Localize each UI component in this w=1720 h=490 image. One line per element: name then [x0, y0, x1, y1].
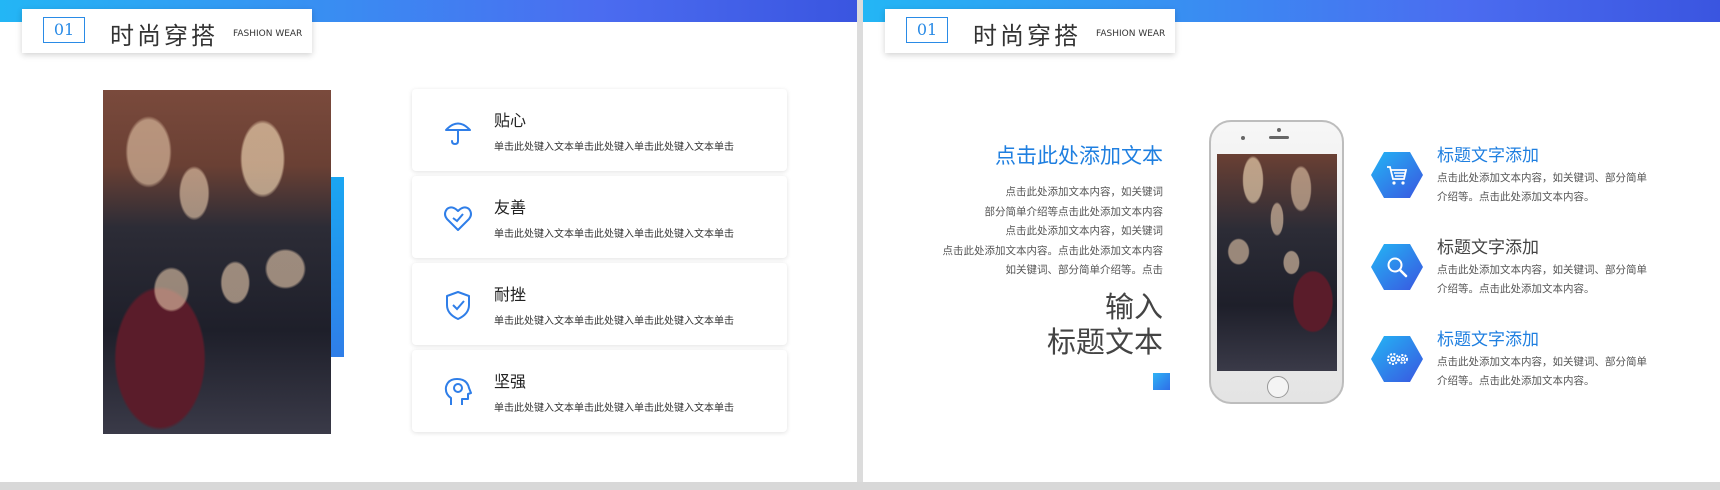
item-title: 标题文字添加	[1437, 330, 1539, 350]
phone-camera	[1277, 128, 1281, 132]
paragraph-line: 部分简单介绍等点击此处添加文本内容	[984, 205, 1164, 218]
phone-speaker	[1269, 136, 1289, 139]
shield-check-icon	[446, 291, 470, 320]
cart-icon	[1387, 166, 1408, 185]
title-card: 01 时尚穿搭 FASHION WEAR	[22, 9, 312, 53]
feature-title: 贴心	[494, 111, 527, 130]
slide-left: 01 时尚穿搭 FASHION WEAR 贴心 单击此处键入文本单击此处键入单击…	[0, 0, 857, 482]
desc-line: 点击此处添加文本内容，如关键词、部分简单	[1437, 264, 1647, 276]
paragraph-line: 如关键词、部分简单介绍等。点击	[1005, 264, 1164, 276]
section-number: 01	[43, 17, 85, 43]
feature-desc: 单击此处键入文本单击此处键入单击此处键入文本单击	[494, 229, 734, 240]
item-desc: 点击此处添加文本内容，如关键词、部分简单 介绍等。点击此处添加文本内容。	[1437, 353, 1647, 391]
heart-icon	[444, 206, 472, 231]
feature-card[interactable]: 贴心 单击此处键入文本单击此处键入单击此处键入文本单击	[412, 89, 787, 171]
desc-line: 介绍等。点击此处添加文本内容。	[1437, 375, 1595, 387]
feature-item[interactable]: 标题文字添加 点击此处添加文本内容，如关键词、部分简单 介绍等。点击此处添加文本…	[1370, 238, 1700, 330]
gears-icon	[1387, 353, 1408, 365]
feature-title: 坚强	[494, 372, 527, 391]
desc-line: 点击此处添加文本内容，如关键词、部分简单	[1437, 356, 1647, 368]
desc-line: 点击此处添加文本内容，如关键词、部分简单	[1437, 172, 1647, 184]
paragraph-line: 点击此处添加文本内容。点击此处添加文本内容	[942, 244, 1164, 257]
page-title: 时尚穿搭	[110, 22, 218, 50]
phone-mockup	[1209, 120, 1344, 404]
group-photo	[103, 90, 331, 434]
hexagon-badge	[1370, 240, 1424, 294]
page-title: 时尚穿搭	[973, 22, 1081, 50]
big-title[interactable]: 输入 标题文本	[1047, 290, 1163, 360]
paragraph-line: 点击此处添加文本内容，如关键词	[1005, 225, 1164, 237]
text-heading[interactable]: 点击此处添加文本	[995, 140, 1163, 170]
search-icon	[1387, 257, 1408, 278]
phone-sensor	[1241, 136, 1245, 140]
feature-title: 耐挫	[494, 285, 527, 304]
feature-card[interactable]: 耐挫 单击此处键入文本单击此处键入单击此处键入文本单击	[412, 263, 787, 345]
feature-card[interactable]: 友善 单击此处键入文本单击此处键入单击此处键入文本单击	[412, 176, 787, 258]
feature-item[interactable]: 标题文字添加 点击此处添加文本内容，如关键词、部分简单 介绍等。点击此处添加文本…	[1370, 330, 1700, 422]
desc-line: 介绍等。点击此处添加文本内容。	[1437, 191, 1595, 203]
title-card: 01 时尚穿搭 FASHION WEAR	[885, 9, 1175, 53]
item-desc: 点击此处添加文本内容，如关键词、部分简单 介绍等。点击此处添加文本内容。	[1437, 169, 1647, 207]
feature-card[interactable]: 坚强 单击此处键入文本单击此处键入单击此处键入文本单击	[412, 350, 787, 432]
big-title-line: 输入	[1104, 290, 1163, 324]
desc-line: 介绍等。点击此处添加文本内容。	[1437, 283, 1595, 295]
text-paragraph[interactable]: 点击此处添加文本内容，如关键词 部分简单介绍等点击此处添加文本内容 点击此处添加…	[943, 183, 1164, 281]
bottom-border	[0, 482, 1720, 490]
feature-item[interactable]: 标题文字添加 点击此处添加文本内容，如关键词、部分简单 介绍等。点击此处添加文本…	[1370, 146, 1700, 238]
hexagon-badge	[1370, 332, 1424, 386]
phone-home-button	[1267, 376, 1289, 398]
big-title-line: 标题文本	[1046, 325, 1163, 359]
accent-square	[1153, 373, 1170, 390]
item-title: 标题文字添加	[1437, 146, 1539, 166]
hexagon-badge	[1370, 148, 1424, 202]
item-desc: 点击此处添加文本内容，如关键词、部分简单 介绍等。点击此处添加文本内容。	[1437, 261, 1647, 299]
umbrella-icon	[445, 122, 471, 146]
feature-desc: 单击此处键入文本单击此处键入单击此处键入文本单击	[494, 142, 734, 153]
page-subtitle: FASHION WEAR	[233, 29, 303, 39]
feature-desc: 单击此处键入文本单击此处键入单击此处键入文本单击	[494, 403, 734, 414]
phone-screen-photo	[1217, 154, 1337, 371]
item-title: 标题文字添加	[1437, 238, 1539, 258]
feature-desc: 单击此处键入文本单击此处键入单击此处键入文本单击	[494, 316, 734, 327]
paragraph-line: 点击此处添加文本内容，如关键词	[1005, 186, 1164, 198]
head-gear-icon	[444, 378, 472, 405]
page-subtitle: FASHION WEAR	[1096, 29, 1166, 39]
feature-title: 友善	[494, 198, 527, 217]
section-number: 01	[906, 17, 948, 43]
